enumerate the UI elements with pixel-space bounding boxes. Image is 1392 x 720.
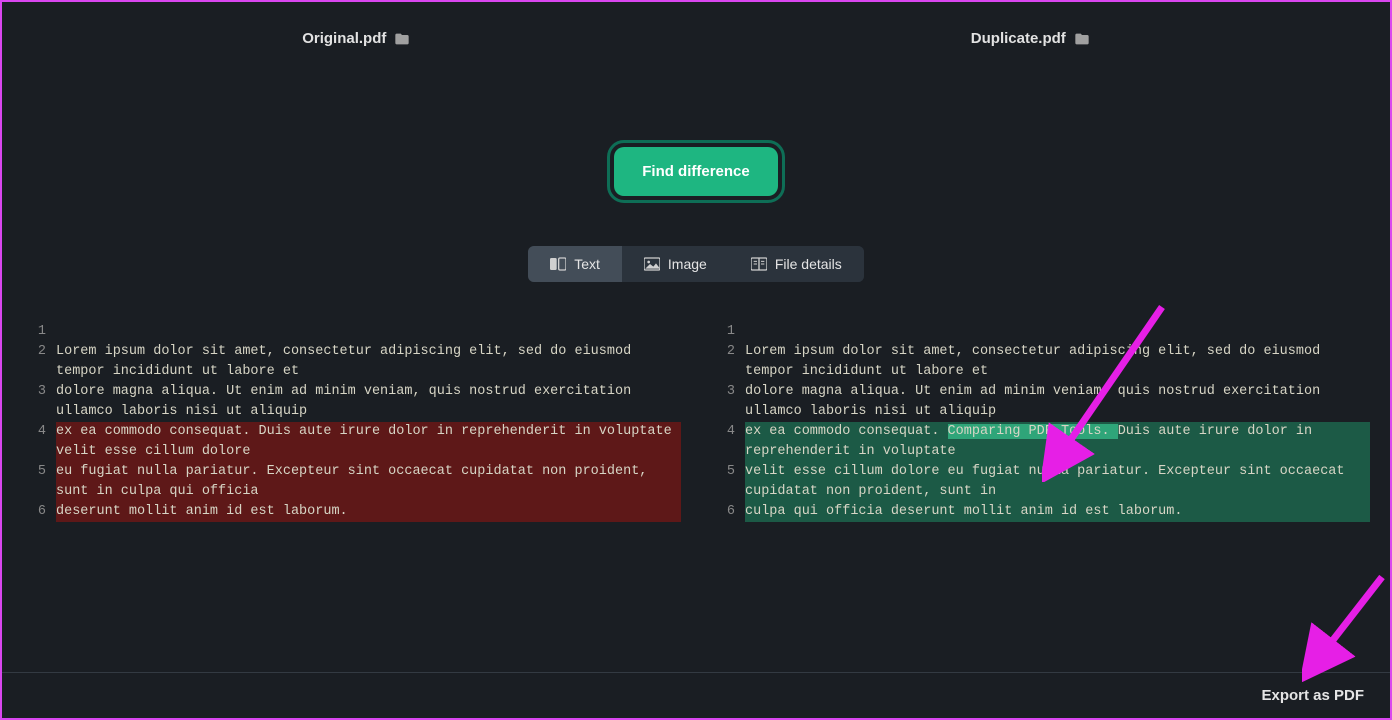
file-icon	[394, 31, 410, 47]
line-number: 5	[711, 462, 735, 502]
text-icon	[550, 257, 566, 271]
line-text: dolore magna aliqua. Ut enim ad minim ve…	[745, 382, 1370, 422]
diff-line: 3dolore magna aliqua. Ut enim ad minim v…	[711, 382, 1370, 422]
diff-line: 1	[711, 322, 1370, 342]
line-text: velit esse cillum dolore eu fugiat nulla…	[745, 462, 1370, 502]
line-text: ex ea commodo consequat. Duis aute irure…	[56, 422, 681, 462]
file-icon	[1074, 31, 1090, 47]
view-tabs: Text Image File details	[528, 246, 864, 282]
tab-text-label: Text	[574, 256, 600, 272]
file-header: Original.pdf Duplicate.pdf	[2, 2, 1390, 47]
line-number: 6	[711, 502, 735, 522]
line-number: 3	[22, 382, 46, 422]
left-file-label: Original.pdf	[302, 30, 410, 47]
details-icon	[751, 257, 767, 271]
tab-image-label: Image	[668, 256, 707, 272]
image-icon	[644, 257, 660, 271]
diff-line: 3dolore magna aliqua. Ut enim ad minim v…	[22, 382, 681, 422]
line-number: 3	[711, 382, 735, 422]
diff-line: 6 deserunt mollit anim id est laborum.	[22, 502, 681, 522]
line-number: 4	[22, 422, 46, 462]
right-diff-pane: 12Lorem ipsum dolor sit amet, consectetu…	[711, 322, 1370, 522]
line-text: culpa qui officia deserunt mollit anim i…	[745, 502, 1370, 522]
annotation-arrow-icon	[1302, 572, 1392, 682]
right-file-name: Duplicate.pdf	[971, 30, 1066, 47]
diff-line: 5velit esse cillum dolore eu fugiat null…	[711, 462, 1370, 502]
find-difference-button[interactable]: Find difference	[614, 147, 778, 196]
line-text	[745, 322, 1370, 342]
diff-line: 4ex ea commodo consequat. Duis aute irur…	[22, 422, 681, 462]
export-pdf-button[interactable]: Export as PDF	[1261, 687, 1364, 704]
line-text: ex ea commodo consequat. Comparing PDF T…	[745, 422, 1370, 462]
line-number: 1	[711, 322, 735, 342]
center-controls: Find difference Text Image File details	[2, 147, 1390, 282]
line-text: Lorem ipsum dolor sit amet, consectetur …	[56, 342, 681, 382]
line-text: dolore magna aliqua. Ut enim ad minim ve…	[56, 382, 681, 422]
line-text: eu fugiat nulla pariatur. Excepteur sint…	[56, 462, 681, 502]
diff-line: 1	[22, 322, 681, 342]
tab-text[interactable]: Text	[528, 246, 622, 282]
diff-line: 2Lorem ipsum dolor sit amet, consectetur…	[711, 342, 1370, 382]
line-number: 6	[22, 502, 46, 522]
tab-details[interactable]: File details	[729, 246, 864, 282]
inline-diff-highlight: Comparing PDF Tools.	[948, 424, 1118, 439]
line-number: 4	[711, 422, 735, 462]
right-file-label: Duplicate.pdf	[971, 30, 1090, 47]
tab-details-label: File details	[775, 256, 842, 272]
diff-line: 4ex ea commodo consequat. Comparing PDF …	[711, 422, 1370, 462]
line-number: 1	[22, 322, 46, 342]
line-number: 5	[22, 462, 46, 502]
line-text	[56, 322, 681, 342]
left-file-name: Original.pdf	[302, 30, 386, 47]
diff-line: 5eu fugiat nulla pariatur. Excepteur sin…	[22, 462, 681, 502]
left-diff-pane: 12Lorem ipsum dolor sit amet, consectetu…	[22, 322, 681, 522]
line-number: 2	[22, 342, 46, 382]
footer: Export as PDF	[2, 672, 1390, 718]
diff-area: 12Lorem ipsum dolor sit amet, consectetu…	[2, 282, 1390, 522]
line-text: deserunt mollit anim id est laborum.	[56, 502, 681, 522]
line-text: Lorem ipsum dolor sit amet, consectetur …	[745, 342, 1370, 382]
diff-line: 6 culpa qui officia deserunt mollit anim …	[711, 502, 1370, 522]
diff-line: 2Lorem ipsum dolor sit amet, consectetur…	[22, 342, 681, 382]
tab-image[interactable]: Image	[622, 246, 729, 282]
line-number: 2	[711, 342, 735, 382]
